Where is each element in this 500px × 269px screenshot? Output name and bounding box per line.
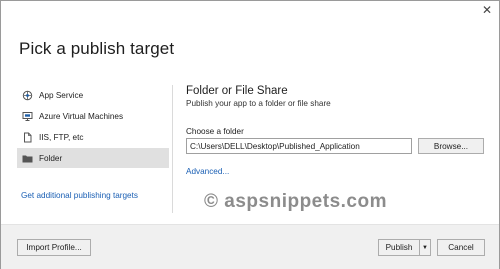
virtual-machine-icon — [22, 111, 33, 122]
folder-path-input[interactable] — [186, 138, 412, 154]
publish-dialog: ✕ Pick a publish target App Service Azur… — [0, 0, 500, 269]
sidebar-item-label: App Service — [39, 90, 84, 100]
import-profile-button[interactable]: Import Profile... — [17, 239, 91, 256]
sidebar-item-label: IIS, FTP, etc — [39, 132, 84, 142]
browse-button[interactable]: Browse... — [418, 138, 484, 154]
sidebar-item-iis-ftp[interactable]: IIS, FTP, etc — [17, 127, 169, 147]
details-panel: Folder or File Share Publish your app to… — [186, 85, 486, 108]
sidebar-item-label: Folder — [39, 153, 63, 163]
publish-split-button: Publish ▼ — [378, 239, 431, 256]
document-icon — [22, 132, 33, 143]
dialog-title: Pick a publish target — [19, 39, 175, 58]
folder-icon — [22, 153, 33, 164]
close-icon[interactable]: ✕ — [482, 4, 492, 16]
advanced-link[interactable]: Advanced... — [186, 167, 229, 176]
panel-subtitle: Publish your app to a folder or file sha… — [186, 99, 331, 108]
target-list: App Service Azure Virtual Machines IIS, … — [17, 85, 169, 168]
chevron-down-icon[interactable]: ▼ — [419, 239, 431, 256]
sidebar-item-label: Azure Virtual Machines — [39, 111, 124, 121]
panel-title: Folder or File Share — [186, 85, 288, 97]
publish-button[interactable]: Publish — [378, 239, 419, 256]
choose-folder-label: Choose a folder — [186, 127, 244, 136]
vertical-divider — [172, 85, 173, 213]
sidebar-item-app-service[interactable]: App Service — [17, 85, 169, 105]
cancel-button[interactable]: Cancel — [437, 239, 485, 256]
get-more-targets-link[interactable]: Get additional publishing targets — [21, 191, 138, 200]
sidebar-item-folder[interactable]: Folder — [17, 148, 169, 168]
dialog-footer: Import Profile... Publish ▼ Cancel — [1, 224, 499, 269]
app-service-icon — [22, 90, 33, 101]
watermark-logo: © aspsnippets.com — [204, 191, 387, 212]
sidebar-item-azure-vm[interactable]: Azure Virtual Machines — [17, 106, 169, 126]
